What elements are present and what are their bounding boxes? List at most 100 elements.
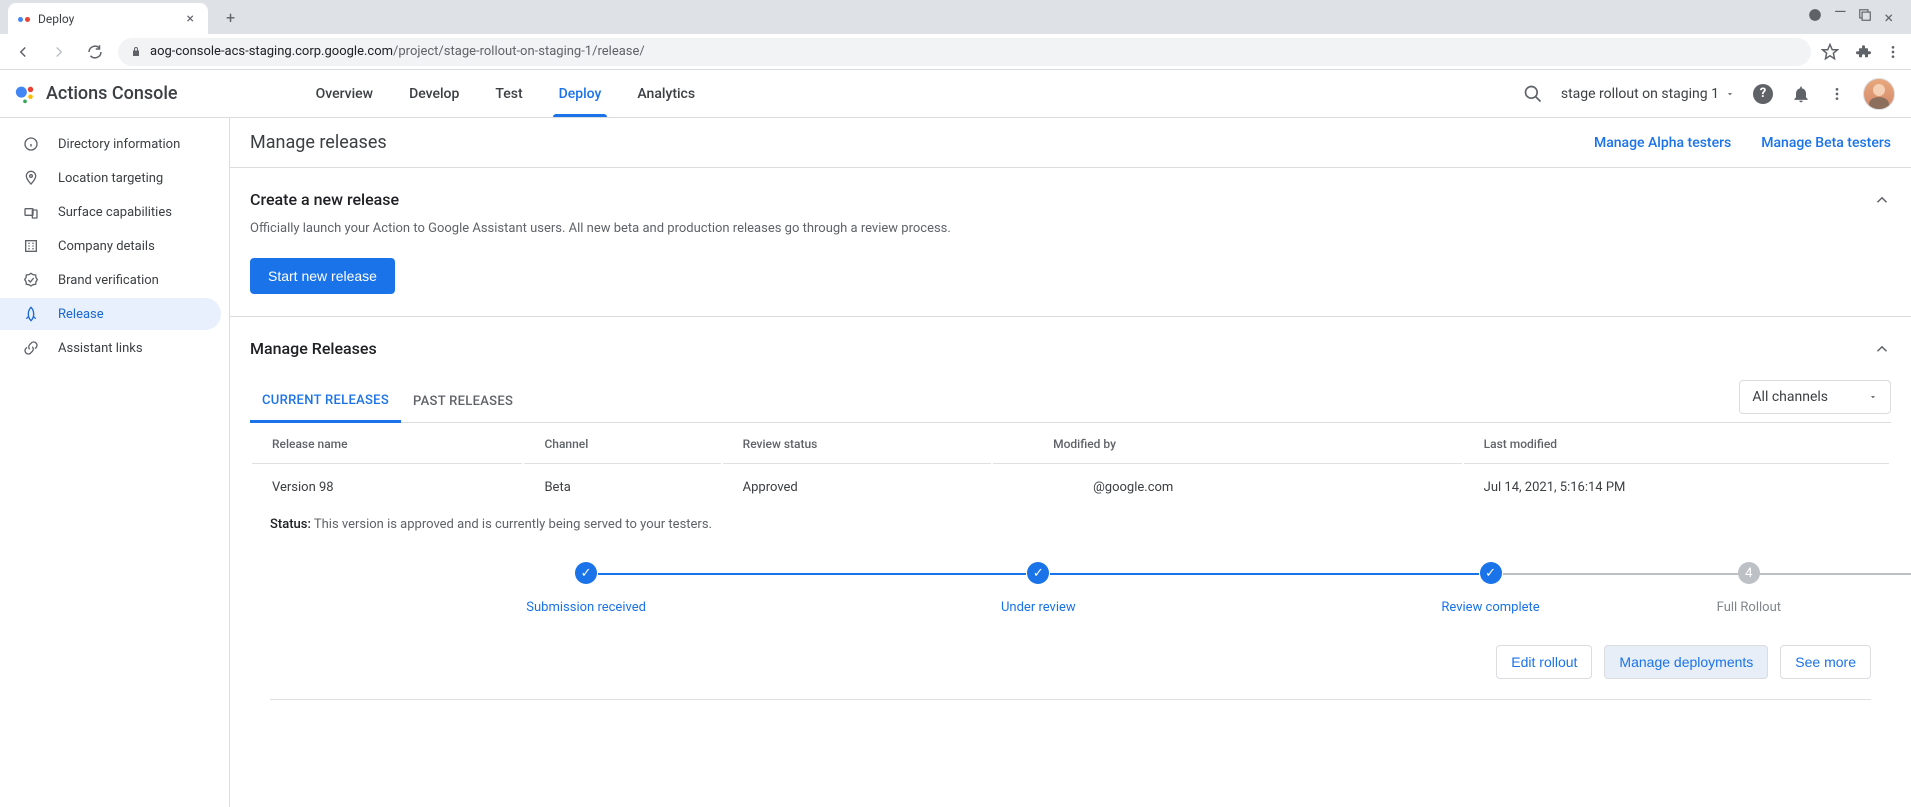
- section-title: Manage Releases: [250, 339, 377, 358]
- manage-releases-section: Manage Releases CURRENT RELEASES PAST RE…: [230, 317, 1911, 722]
- more-menu-icon[interactable]: [1829, 86, 1845, 102]
- sidebar-item-surface[interactable]: Surface capabilities: [0, 196, 221, 228]
- lock-icon: [130, 46, 142, 58]
- browser-menu-icon[interactable]: [1885, 44, 1901, 60]
- section-title: Create a new release: [250, 190, 399, 209]
- devices-icon: [22, 204, 40, 220]
- search-icon[interactable]: [1523, 84, 1543, 104]
- manage-beta-link[interactable]: Manage Beta testers: [1761, 135, 1891, 151]
- collapse-icon[interactable]: [1873, 191, 1891, 209]
- dropdown-icon: [1725, 89, 1735, 99]
- check-icon: ✓: [575, 562, 597, 584]
- new-tab-button[interactable]: +: [220, 4, 241, 31]
- cell-modified-by: @google.com: [993, 466, 1462, 509]
- release-table: Release name Channel Review status Modif…: [250, 423, 1891, 511]
- start-new-release-button[interactable]: Start new release: [250, 258, 395, 294]
- sidebar-label: Assistant links: [58, 341, 143, 356]
- back-icon[interactable]: [10, 39, 36, 65]
- step-under-review: ✓ Under review: [812, 562, 1264, 615]
- sidebar-item-release[interactable]: Release: [0, 298, 221, 330]
- sidebar-label: Surface capabilities: [58, 205, 172, 220]
- sidebar-label: Directory information: [58, 137, 180, 152]
- forward-icon[interactable]: [46, 39, 72, 65]
- cell-last-modified: Jul 14, 2021, 5:16:14 PM: [1464, 466, 1889, 509]
- url-field[interactable]: aog-console-acs-staging.corp.google.com/…: [118, 38, 1811, 66]
- info-icon: [22, 136, 40, 152]
- col-channel: Channel: [524, 425, 720, 464]
- minimize-icon[interactable]: —: [1834, 8, 1847, 27]
- browser-tab[interactable]: Deploy ×: [8, 3, 208, 35]
- verified-icon: [22, 272, 40, 288]
- tab-current-releases[interactable]: CURRENT RELEASES: [250, 381, 401, 423]
- main-tabs: Overview Develop Test Deploy Analytics: [298, 70, 713, 117]
- sidebar-item-directory[interactable]: Directory information: [0, 128, 221, 160]
- url-text: aog-console-acs-staging.corp.google.com/…: [150, 44, 645, 59]
- collapse-icon[interactable]: [1873, 340, 1891, 358]
- tab-past-releases[interactable]: PAST RELEASES: [401, 382, 525, 421]
- table-row[interactable]: Version 98 Beta Approved @google.com Jul…: [252, 466, 1889, 509]
- close-window-icon[interactable]: ×: [1884, 8, 1893, 27]
- close-tab-icon[interactable]: ×: [183, 11, 198, 27]
- sidebar-item-brand[interactable]: Brand verification: [0, 264, 221, 296]
- sidebar-item-company[interactable]: Company details: [0, 230, 221, 262]
- app-title: Actions Console: [46, 83, 178, 104]
- app-header: Actions Console Overview Develop Test De…: [0, 70, 1911, 118]
- sidebar-item-location[interactable]: Location targeting: [0, 162, 221, 194]
- status-line: Status: This version is approved and is …: [250, 511, 1891, 552]
- tab-develop[interactable]: Develop: [391, 70, 477, 117]
- project-selector[interactable]: stage rollout on staging 1: [1561, 86, 1735, 102]
- sidebar-label: Release: [58, 307, 104, 322]
- status-label: Status:: [270, 517, 311, 532]
- manage-alpha-link[interactable]: Manage Alpha testers: [1594, 135, 1731, 151]
- window-controls: — ×: [1808, 8, 1903, 27]
- tab-deploy[interactable]: Deploy: [541, 70, 620, 117]
- help-icon[interactable]: ?: [1753, 84, 1773, 104]
- sidebar-item-assistant-links[interactable]: Assistant links: [0, 332, 221, 364]
- see-more-button[interactable]: See more: [1780, 645, 1871, 679]
- action-row: Edit rollout Manage deployments See more: [250, 645, 1891, 699]
- content: Manage releases Manage Alpha testers Man…: [230, 118, 1911, 807]
- dropdown-icon: [1868, 392, 1878, 402]
- step-full-rollout: 4 Full Rollout: [1717, 562, 1781, 615]
- tab-test[interactable]: Test: [477, 70, 540, 117]
- step-review-complete: ✓ Review complete: [1264, 562, 1716, 615]
- manage-deployments-button[interactable]: Manage deployments: [1604, 645, 1768, 679]
- sidebar-label: Brand verification: [58, 273, 159, 288]
- browser-chrome: Deploy × + — × aog-console-acs-staging.c…: [0, 0, 1911, 70]
- filter-label: All channels: [1752, 389, 1828, 405]
- cell-channel: Beta: [524, 466, 720, 509]
- step-submission: ✓ Submission received: [360, 562, 812, 615]
- col-release-name: Release name: [252, 425, 522, 464]
- edit-rollout-button[interactable]: Edit rollout: [1496, 645, 1592, 679]
- release-tabs: CURRENT RELEASES PAST RELEASES All chann…: [250, 380, 1891, 423]
- stepper: ✓ Submission received ✓ Under review ✓ R…: [250, 552, 1891, 645]
- address-bar: aog-console-acs-staging.corp.google.com/…: [0, 34, 1911, 70]
- assistant-favicon: [18, 17, 30, 22]
- cell-review-status: Approved: [723, 466, 991, 509]
- status-text: This version is approved and is currentl…: [314, 517, 712, 532]
- business-icon: [22, 238, 40, 254]
- page-title: Manage releases: [250, 132, 387, 153]
- maximize-icon[interactable]: [1858, 8, 1872, 22]
- browser-tab-title: Deploy: [38, 12, 175, 26]
- tab-overview[interactable]: Overview: [298, 70, 391, 117]
- check-icon: ✓: [1480, 562, 1502, 584]
- create-release-section: Create a new release Officially launch y…: [230, 168, 1911, 317]
- sidebar-label: Location targeting: [58, 171, 163, 186]
- tab-analytics[interactable]: Analytics: [619, 70, 713, 117]
- channel-filter[interactable]: All channels: [1739, 380, 1891, 414]
- app-logo[interactable]: Actions Console: [14, 83, 178, 105]
- location-icon: [22, 170, 40, 186]
- tab-strip: Deploy × + — ×: [0, 0, 1911, 34]
- avatar[interactable]: [1863, 78, 1895, 110]
- bookmark-icon[interactable]: [1821, 43, 1839, 61]
- notifications-icon[interactable]: [1791, 84, 1811, 104]
- step-number: 4: [1738, 562, 1760, 584]
- sidebar-label: Company details: [58, 239, 155, 254]
- col-review-status: Review status: [723, 425, 991, 464]
- check-icon: ✓: [1027, 562, 1049, 584]
- account-circle-icon[interactable]: [1808, 8, 1822, 22]
- link-icon: [22, 340, 40, 356]
- reload-icon[interactable]: [82, 39, 108, 65]
- extensions-icon[interactable]: [1853, 43, 1871, 61]
